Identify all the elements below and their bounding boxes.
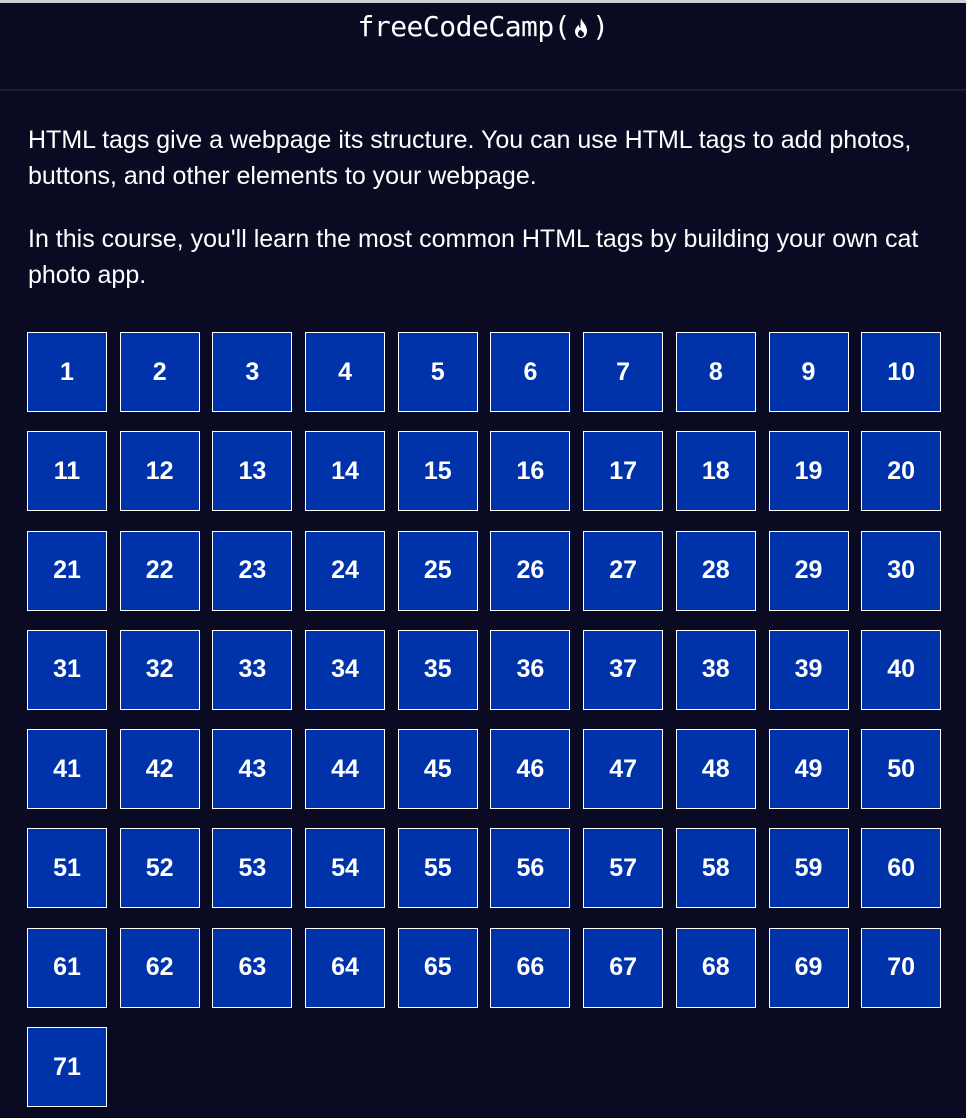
step-button[interactable]: 16 (490, 431, 571, 512)
logo-text-end: ) (592, 10, 609, 43)
step-button[interactable]: 36 (490, 629, 571, 710)
step-button[interactable]: 56 (490, 828, 571, 909)
step-button[interactable]: 27 (583, 530, 664, 611)
step-button[interactable]: 14 (305, 431, 386, 512)
freecodecamp-logo[interactable]: freeCodeCamp() (0, 10, 966, 48)
step-button[interactable]: 32 (119, 629, 200, 710)
step-button[interactable]: 45 (397, 729, 478, 810)
step-button[interactable]: 10 (861, 332, 942, 412)
step-button[interactable]: 19 (768, 431, 849, 512)
step-button[interactable]: 46 (490, 729, 571, 810)
step-button[interactable]: 9 (768, 332, 849, 412)
step-button[interactable]: 2 (119, 332, 200, 412)
step-button[interactable]: 63 (212, 927, 293, 1008)
step-button[interactable]: 4 (305, 332, 386, 412)
step-button[interactable]: 11 (27, 431, 107, 512)
navbar: freeCodeCamp() (0, 3, 966, 91)
step-button[interactable]: 21 (27, 530, 107, 611)
step-button[interactable]: 5 (397, 332, 478, 412)
step-button[interactable]: 31 (27, 629, 107, 710)
step-button[interactable]: 20 (861, 431, 942, 512)
step-button[interactable]: 65 (397, 927, 478, 1008)
step-button[interactable]: 44 (305, 729, 386, 810)
step-button[interactable]: 28 (675, 530, 756, 611)
step-button[interactable]: 48 (675, 729, 756, 810)
step-button[interactable]: 13 (212, 431, 293, 512)
step-button[interactable]: 57 (583, 828, 664, 909)
intro-paragraph: HTML tags give a webpage its structure. … (28, 126, 912, 190)
step-button[interactable]: 17 (583, 431, 664, 512)
step-button[interactable]: 62 (119, 927, 200, 1008)
step-button[interactable]: 47 (583, 729, 664, 810)
step-button[interactable]: 70 (861, 927, 942, 1008)
step-button[interactable]: 35 (397, 629, 478, 710)
step-button[interactable]: 15 (397, 431, 478, 512)
step-button[interactable]: 1 (27, 332, 107, 412)
step-button[interactable]: 43 (212, 729, 293, 810)
step-button[interactable]: 24 (305, 530, 386, 611)
step-button[interactable]: 30 (861, 530, 942, 611)
step-button[interactable]: 61 (27, 927, 107, 1008)
step-button[interactable]: 59 (768, 828, 849, 909)
step-button[interactable]: 3 (212, 332, 293, 412)
step-button[interactable]: 69 (768, 927, 849, 1008)
step-button[interactable]: 55 (397, 828, 478, 909)
step-button[interactable]: 64 (305, 927, 386, 1008)
step-button[interactable]: 33 (212, 629, 293, 710)
intro-paragraph: In this course, you'll learn the most co… (28, 225, 919, 289)
logo-text-start: freeCodeCamp( (357, 10, 571, 43)
step-button[interactable]: 34 (305, 629, 386, 710)
step-button[interactable]: 40 (861, 629, 942, 710)
step-button[interactable]: 52 (119, 828, 200, 909)
step-button[interactable]: 53 (212, 828, 293, 909)
step-button[interactable]: 51 (27, 828, 107, 909)
step-button[interactable]: 67 (583, 927, 664, 1008)
course-intro: HTML tags give a webpage its structure. … (28, 122, 943, 293)
step-button[interactable]: 50 (861, 729, 942, 810)
step-button[interactable]: 8 (675, 332, 756, 412)
step-button[interactable]: 25 (397, 530, 478, 611)
step-button[interactable]: 18 (675, 431, 756, 512)
step-button[interactable]: 23 (212, 530, 293, 611)
step-button[interactable]: 26 (490, 530, 571, 611)
step-button[interactable]: 7 (583, 332, 664, 412)
step-button[interactable]: 58 (675, 828, 756, 909)
fire-icon (571, 14, 591, 48)
step-button[interactable]: 66 (490, 927, 571, 1008)
step-button[interactable]: 49 (768, 729, 849, 810)
step-button[interactable]: 42 (119, 729, 200, 810)
step-button[interactable]: 71 (27, 1027, 107, 1108)
step-grid: 1 2 3 4 5 6 7 8 9 10 11 12 13 14 15 16 17 18 19 20 21 22 23 24 2… (27, 332, 947, 1108)
step-button[interactable]: 54 (305, 828, 386, 909)
step-button[interactable]: 29 (768, 530, 849, 611)
step-button[interactable]: 41 (27, 729, 107, 810)
step-button[interactable]: 60 (861, 828, 942, 909)
step-button[interactable]: 12 (119, 431, 200, 512)
step-button[interactable]: 68 (675, 927, 756, 1008)
step-button[interactable]: 37 (583, 629, 664, 710)
step-button[interactable]: 22 (119, 530, 200, 611)
step-button[interactable]: 38 (675, 629, 756, 710)
step-button[interactable]: 6 (490, 332, 571, 412)
step-button[interactable]: 39 (768, 629, 849, 710)
